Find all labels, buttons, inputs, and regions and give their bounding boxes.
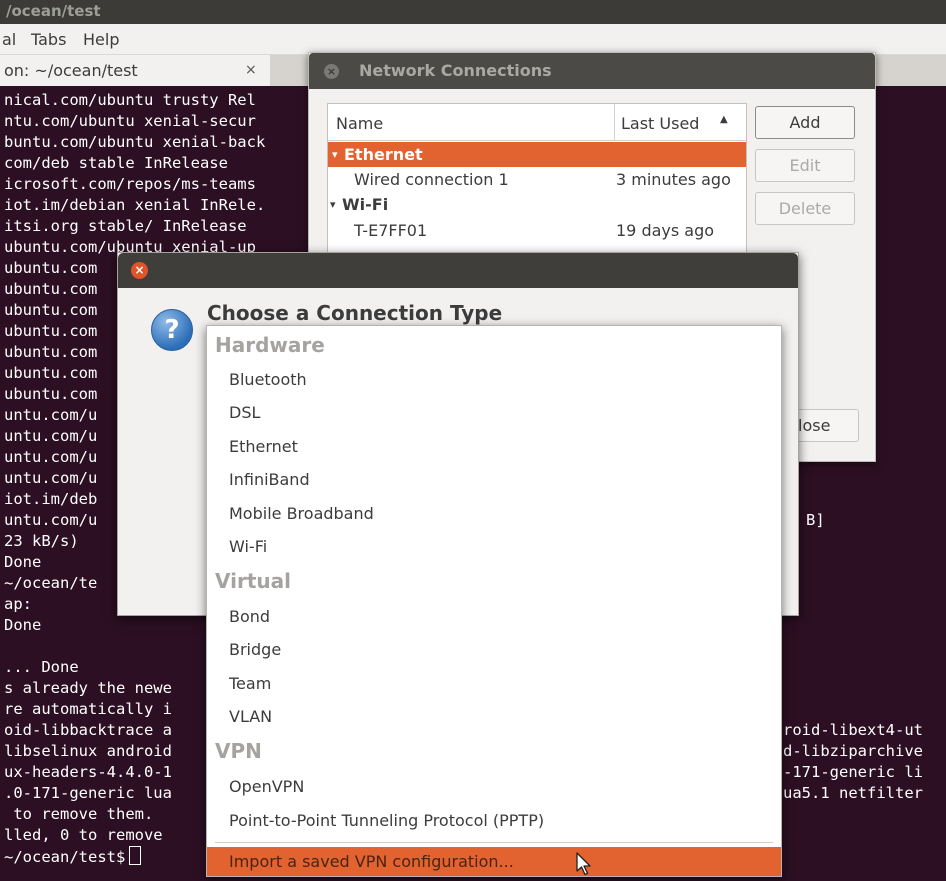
group-virtual: Virtual bbox=[215, 569, 291, 593]
option-pptp[interactable]: Point-to-Point Tunneling Protocol (PPTP) bbox=[229, 811, 544, 830]
group-vpn: VPN bbox=[215, 739, 262, 763]
column-divider bbox=[614, 104, 615, 140]
terminal-line: untu.com/u bbox=[4, 406, 98, 424]
terminal-line: lled, 0 to remove bbox=[4, 826, 163, 844]
delete-button[interactable]: Delete bbox=[755, 192, 855, 225]
terminal-line-fragment: roid-libext4-ut bbox=[783, 721, 923, 739]
column-name[interactable]: Name bbox=[336, 114, 383, 133]
group-hardware: Hardware bbox=[215, 333, 325, 357]
terminal-line: ubuntu.com bbox=[4, 322, 98, 340]
dialog-heading: Choose a Connection Type bbox=[207, 301, 503, 325]
close-icon[interactable]: × bbox=[245, 62, 257, 78]
network-connections-title: Network Connections bbox=[359, 61, 552, 80]
option-ethernet[interactable]: Ethernet bbox=[229, 437, 298, 456]
terminal-tab-label: on: ~/ocean/test bbox=[4, 61, 138, 80]
connection-group-label: Wi-Fi bbox=[342, 195, 389, 214]
terminal-line: to remove them. bbox=[4, 805, 154, 823]
terminal-line: nical.com/ubuntu trusty Rel bbox=[4, 91, 256, 109]
close-icon[interactable]: × bbox=[131, 262, 148, 279]
terminal-line: com/deb stable InRelease bbox=[4, 154, 228, 172]
connection-group-ethernet[interactable]: ▾ Ethernet bbox=[328, 142, 746, 167]
terminal-line: iot.im/debian xenial InRele. bbox=[4, 196, 266, 214]
terminal-line: icrosoft.com/repos/ms-teams bbox=[4, 175, 256, 193]
terminal-line: ubuntu.com bbox=[4, 259, 98, 277]
terminal-line: ... Done bbox=[4, 658, 79, 676]
terminal-line: ubuntu.com bbox=[4, 343, 98, 361]
connection-group-label: Ethernet bbox=[344, 145, 423, 164]
terminal-line-fragment: d-libziparchive bbox=[783, 742, 923, 760]
menu-tabs[interactable]: Tabs bbox=[31, 30, 66, 49]
terminal-line: ux-headers-4.4.0-1 bbox=[4, 763, 172, 781]
option-team[interactable]: Team bbox=[229, 674, 271, 693]
option-bridge[interactable]: Bridge bbox=[229, 640, 281, 659]
connection-row[interactable]: Wired connection 1 3 minutes ago bbox=[328, 167, 746, 192]
close-icon[interactable]: × bbox=[324, 64, 339, 79]
terminal-line: Done bbox=[4, 553, 42, 571]
connection-name: Wired connection 1 bbox=[354, 170, 509, 189]
terminal-line: ubuntu.com bbox=[4, 385, 98, 403]
terminal-line-fragment: B] bbox=[806, 511, 825, 529]
chevron-down-icon: ▾ bbox=[330, 198, 336, 211]
terminal-menu-bar: al Tabs Help bbox=[0, 24, 946, 55]
network-connections-title-bar: × Network Connections bbox=[309, 53, 875, 89]
connection-group-wifi[interactable]: ▾ Wi-Fi bbox=[328, 192, 746, 217]
terminal-line: untu.com/u bbox=[4, 511, 98, 529]
option-infiniband[interactable]: InfiniBand bbox=[229, 470, 310, 489]
add-button[interactable]: Add bbox=[755, 106, 855, 139]
terminal-line: untu.com/u bbox=[4, 448, 98, 466]
terminal-line: ntu.com/ubuntu xenial-secur bbox=[4, 112, 256, 130]
connection-row[interactable]: T-E7FF01 19 days ago bbox=[328, 218, 746, 243]
terminal-line-fragment: -171-generic li bbox=[783, 763, 923, 781]
option-wifi[interactable]: Wi-Fi bbox=[229, 537, 267, 556]
terminal-line: libselinux android bbox=[4, 742, 172, 760]
terminal-line: itsi.org stable/ InRelease bbox=[4, 217, 247, 235]
sort-up-icon: ▲ bbox=[720, 114, 728, 125]
option-bond[interactable]: Bond bbox=[229, 607, 270, 626]
terminal-line: 23 kB/s) bbox=[4, 532, 79, 550]
dialog-title-bar: × bbox=[118, 253, 798, 288]
terminal-line: re automatically i bbox=[4, 700, 172, 718]
edit-button[interactable]: Edit bbox=[755, 149, 855, 182]
option-dsl[interactable]: DSL bbox=[229, 403, 260, 422]
connection-type-dropdown[interactable]: Hardware Bluetooth DSL Ethernet InfiniBa… bbox=[206, 325, 782, 877]
terminal-cursor bbox=[129, 846, 142, 865]
terminal-line: Done bbox=[4, 616, 42, 634]
terminal-title-bar: /ocean/test bbox=[0, 0, 946, 24]
option-mobile-broadband[interactable]: Mobile Broadband bbox=[229, 504, 374, 523]
question-icon: ? bbox=[151, 309, 193, 351]
menu-help[interactable]: Help bbox=[83, 30, 119, 49]
terminal-line: buntu.com/ubuntu xenial-back bbox=[4, 133, 266, 151]
terminal-line: ubuntu.com bbox=[4, 301, 98, 319]
connection-name: T-E7FF01 bbox=[354, 221, 428, 240]
terminal-line-fragment: ua5.1 netfilter bbox=[783, 784, 923, 802]
terminal-line: ~/ocean/te bbox=[4, 574, 98, 592]
terminal-line: ubuntu.com bbox=[4, 280, 98, 298]
connection-list-header: Name Last Used ▲ bbox=[328, 104, 746, 141]
dropdown-separator bbox=[215, 842, 773, 843]
option-import-vpn-label: Import a saved VPN configuration... bbox=[229, 852, 514, 871]
terminal-line: untu.com/u bbox=[4, 427, 98, 445]
chevron-down-icon: ▾ bbox=[332, 148, 338, 161]
terminal-line: untu.com/u bbox=[4, 469, 98, 487]
close-button-label: lose bbox=[798, 416, 831, 435]
option-vlan[interactable]: VLAN bbox=[229, 707, 272, 726]
connection-last-used: 19 days ago bbox=[616, 221, 715, 240]
terminal-line: s already the newe bbox=[4, 679, 172, 697]
terminal-line: ubuntu.com bbox=[4, 364, 98, 382]
terminal-line: oid-libbacktrace a bbox=[4, 721, 172, 739]
option-bluetooth[interactable]: Bluetooth bbox=[229, 370, 307, 389]
terminal-line: iot.im/deb bbox=[4, 490, 98, 508]
terminal-title: /ocean/test bbox=[6, 2, 101, 20]
terminal-prompt-text: ~/ocean/test$ bbox=[4, 848, 126, 866]
option-import-vpn[interactable]: Import a saved VPN configuration... bbox=[207, 847, 781, 876]
terminal-line: .0-171-generic lua bbox=[4, 784, 172, 802]
terminal-tab[interactable]: on: ~/ocean/test × bbox=[0, 55, 270, 86]
connection-last-used: 3 minutes ago bbox=[616, 170, 731, 189]
terminal-prompt: ~/ocean/test$ bbox=[4, 846, 142, 868]
mouse-pointer-icon bbox=[576, 852, 591, 876]
column-last-used[interactable]: Last Used bbox=[621, 114, 699, 133]
menu-terminal[interactable]: al bbox=[2, 30, 16, 49]
terminal-line: ap: bbox=[4, 595, 32, 613]
option-openvpn[interactable]: OpenVPN bbox=[229, 777, 304, 796]
